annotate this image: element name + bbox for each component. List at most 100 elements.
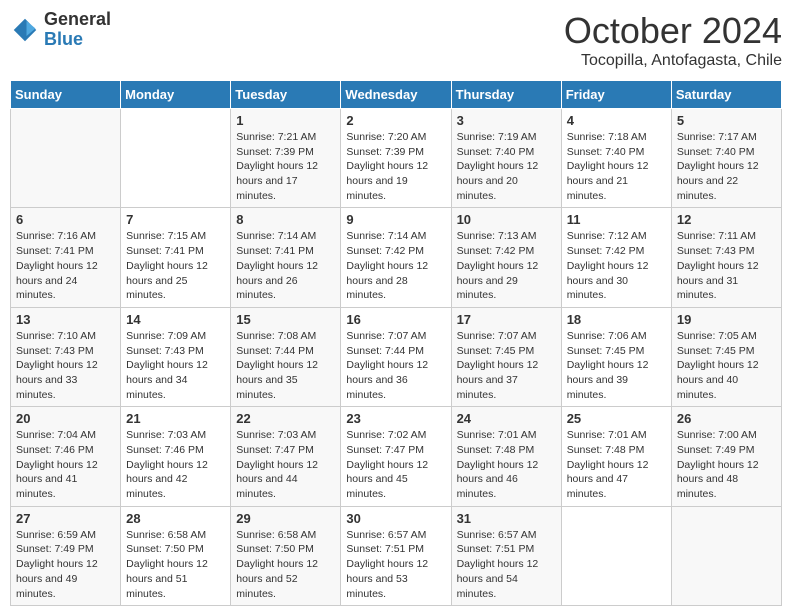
cell-info: Sunrise: 7:17 AMSunset: 7:40 PMDaylight … (677, 130, 776, 203)
day-number: 9 (346, 212, 445, 227)
cell-info: Sunrise: 7:18 AMSunset: 7:40 PMDaylight … (567, 130, 666, 203)
calendar-week-row: 6 Sunrise: 7:16 AMSunset: 7:41 PMDaylight… (11, 208, 782, 307)
cell-info: Sunrise: 7:12 AMSunset: 7:42 PMDaylight … (567, 229, 666, 302)
logo-blue-text: Blue (44, 30, 111, 50)
day-number: 1 (236, 113, 335, 128)
cell-info: Sunrise: 7:01 AMSunset: 7:48 PMDaylight … (567, 428, 666, 501)
day-number: 30 (346, 511, 445, 526)
header-saturday: Saturday (671, 81, 781, 109)
cell-info: Sunrise: 6:57 AMSunset: 7:51 PMDaylight … (457, 528, 556, 601)
calendar-cell: 29 Sunrise: 6:58 AMSunset: 7:50 PMDayligh… (231, 506, 341, 605)
page-header: General Blue October 2024 Tocopilla, Ant… (10, 10, 782, 70)
calendar-cell: 12 Sunrise: 7:11 AMSunset: 7:43 PMDayligh… (671, 208, 781, 307)
calendar-cell: 24 Sunrise: 7:01 AMSunset: 7:48 PMDayligh… (451, 407, 561, 506)
calendar-cell: 27 Sunrise: 6:59 AMSunset: 7:49 PMDayligh… (11, 506, 121, 605)
calendar-cell: 6 Sunrise: 7:16 AMSunset: 7:41 PMDaylight… (11, 208, 121, 307)
day-number: 29 (236, 511, 335, 526)
calendar-cell: 4 Sunrise: 7:18 AMSunset: 7:40 PMDaylight… (561, 109, 671, 208)
day-number: 25 (567, 411, 666, 426)
calendar-table: SundayMondayTuesdayWednesdayThursdayFrid… (10, 80, 782, 606)
calendar-cell: 22Sunrise: 7:03 AMSunset: 7:47 PMDayligh… (231, 407, 341, 506)
calendar-cell: 14 Sunrise: 7:09 AMSunset: 7:43 PMDayligh… (121, 307, 231, 406)
header-thursday: Thursday (451, 81, 561, 109)
cell-info: Sunrise: 7:05 AMSunset: 7:45 PMDaylight … (677, 329, 776, 402)
day-number: 27 (16, 511, 115, 526)
header-tuesday: Tuesday (231, 81, 341, 109)
calendar-cell: 21 Sunrise: 7:03 AMSunset: 7:46 PMDayligh… (121, 407, 231, 506)
day-number: 26 (677, 411, 776, 426)
calendar-cell: 3Sunrise: 7:19 AMSunset: 7:40 PMDaylight… (451, 109, 561, 208)
cell-info: Sunrise: 6:58 AMSunset: 7:50 PMDaylight … (126, 528, 225, 601)
calendar-cell: 17Sunrise: 7:07 AMSunset: 7:45 PMDayligh… (451, 307, 561, 406)
cell-info: Sunrise: 6:58 AMSunset: 7:50 PMDaylight … (236, 528, 335, 601)
header-friday: Friday (561, 81, 671, 109)
calendar-week-row: 1Sunrise: 7:21 AMSunset: 7:39 PMDaylight… (11, 109, 782, 208)
calendar-cell: 31 Sunrise: 6:57 AMSunset: 7:51 PMDayligh… (451, 506, 561, 605)
logo-icon (10, 15, 40, 45)
cell-info: Sunrise: 6:57 AMSunset: 7:51 PMDaylight … (346, 528, 445, 601)
cell-info: Sunrise: 7:10 AMSunset: 7:43 PMDaylight … (16, 329, 115, 402)
day-number: 14 (126, 312, 225, 327)
cell-info: Sunrise: 7:01 AMSunset: 7:48 PMDaylight … (457, 428, 556, 501)
day-number: 4 (567, 113, 666, 128)
calendar-cell: 20Sunrise: 7:04 AMSunset: 7:46 PMDayligh… (11, 407, 121, 506)
cell-info: Sunrise: 7:13 AMSunset: 7:42 PMDaylight … (457, 229, 556, 302)
title-area: October 2024 Tocopilla, Antofagasta, Chi… (564, 10, 782, 70)
cell-info: Sunrise: 7:11 AMSunset: 7:43 PMDaylight … (677, 229, 776, 302)
day-number: 11 (567, 212, 666, 227)
day-number: 17 (457, 312, 556, 327)
calendar-cell: 18 Sunrise: 7:06 AMSunset: 7:45 PMDayligh… (561, 307, 671, 406)
calendar-cell (11, 109, 121, 208)
day-number: 16 (346, 312, 445, 327)
day-number: 24 (457, 411, 556, 426)
calendar-cell: 7Sunrise: 7:15 AMSunset: 7:41 PMDaylight… (121, 208, 231, 307)
calendar-cell: 16Sunrise: 7:07 AMSunset: 7:44 PMDayligh… (341, 307, 451, 406)
calendar-cell: 2Sunrise: 7:20 AMSunset: 7:39 PMDaylight… (341, 109, 451, 208)
calendar-cell: 30 Sunrise: 6:57 AMSunset: 7:51 PMDayligh… (341, 506, 451, 605)
day-number: 31 (457, 511, 556, 526)
calendar-header-row: SundayMondayTuesdayWednesdayThursdayFrid… (11, 81, 782, 109)
cell-info: Sunrise: 7:15 AMSunset: 7:41 PMDaylight … (126, 229, 225, 302)
day-number: 28 (126, 511, 225, 526)
calendar-cell: 23Sunrise: 7:02 AMSunset: 7:47 PMDayligh… (341, 407, 451, 506)
day-number: 21 (126, 411, 225, 426)
cell-info: Sunrise: 7:00 AMSunset: 7:49 PMDaylight … (677, 428, 776, 501)
day-number: 3 (457, 113, 556, 128)
logo-general-text: General (44, 10, 111, 30)
cell-info: Sunrise: 7:16 AMSunset: 7:41 PMDaylight … (16, 229, 115, 302)
day-number: 23 (346, 411, 445, 426)
day-number: 5 (677, 113, 776, 128)
logo: General Blue (10, 10, 111, 50)
day-number: 6 (16, 212, 115, 227)
day-number: 18 (567, 312, 666, 327)
cell-info: Sunrise: 7:14 AMSunset: 7:42 PMDaylight … (346, 229, 445, 302)
day-number: 12 (677, 212, 776, 227)
day-number: 22 (236, 411, 335, 426)
day-number: 13 (16, 312, 115, 327)
cell-info: Sunrise: 6:59 AMSunset: 7:49 PMDaylight … (16, 528, 115, 601)
calendar-cell: 13 Sunrise: 7:10 AMSunset: 7:43 PMDayligh… (11, 307, 121, 406)
location-title: Tocopilla, Antofagasta, Chile (564, 52, 782, 70)
day-number: 20 (16, 411, 115, 426)
calendar-cell (561, 506, 671, 605)
calendar-cell: 25 Sunrise: 7:01 AMSunset: 7:48 PMDayligh… (561, 407, 671, 506)
day-number: 19 (677, 312, 776, 327)
cell-info: Sunrise: 7:06 AMSunset: 7:45 PMDaylight … (567, 329, 666, 402)
calendar-cell (121, 109, 231, 208)
day-number: 15 (236, 312, 335, 327)
calendar-week-row: 13 Sunrise: 7:10 AMSunset: 7:43 PMDayligh… (11, 307, 782, 406)
calendar-cell (671, 506, 781, 605)
calendar-cell: 10 Sunrise: 7:13 AMSunset: 7:42 PMDayligh… (451, 208, 561, 307)
month-title: October 2024 (564, 10, 782, 52)
cell-info: Sunrise: 7:03 AMSunset: 7:46 PMDaylight … (126, 428, 225, 501)
cell-info: Sunrise: 7:09 AMSunset: 7:43 PMDaylight … (126, 329, 225, 402)
header-monday: Monday (121, 81, 231, 109)
calendar-cell: 5 Sunrise: 7:17 AMSunset: 7:40 PMDaylight… (671, 109, 781, 208)
day-number: 2 (346, 113, 445, 128)
day-number: 10 (457, 212, 556, 227)
calendar-week-row: 27 Sunrise: 6:59 AMSunset: 7:49 PMDayligh… (11, 506, 782, 605)
calendar-cell: 26 Sunrise: 7:00 AMSunset: 7:49 PMDayligh… (671, 407, 781, 506)
cell-info: Sunrise: 7:14 AMSunset: 7:41 PMDaylight … (236, 229, 335, 302)
calendar-cell: 28 Sunrise: 6:58 AMSunset: 7:50 PMDayligh… (121, 506, 231, 605)
day-number: 8 (236, 212, 335, 227)
